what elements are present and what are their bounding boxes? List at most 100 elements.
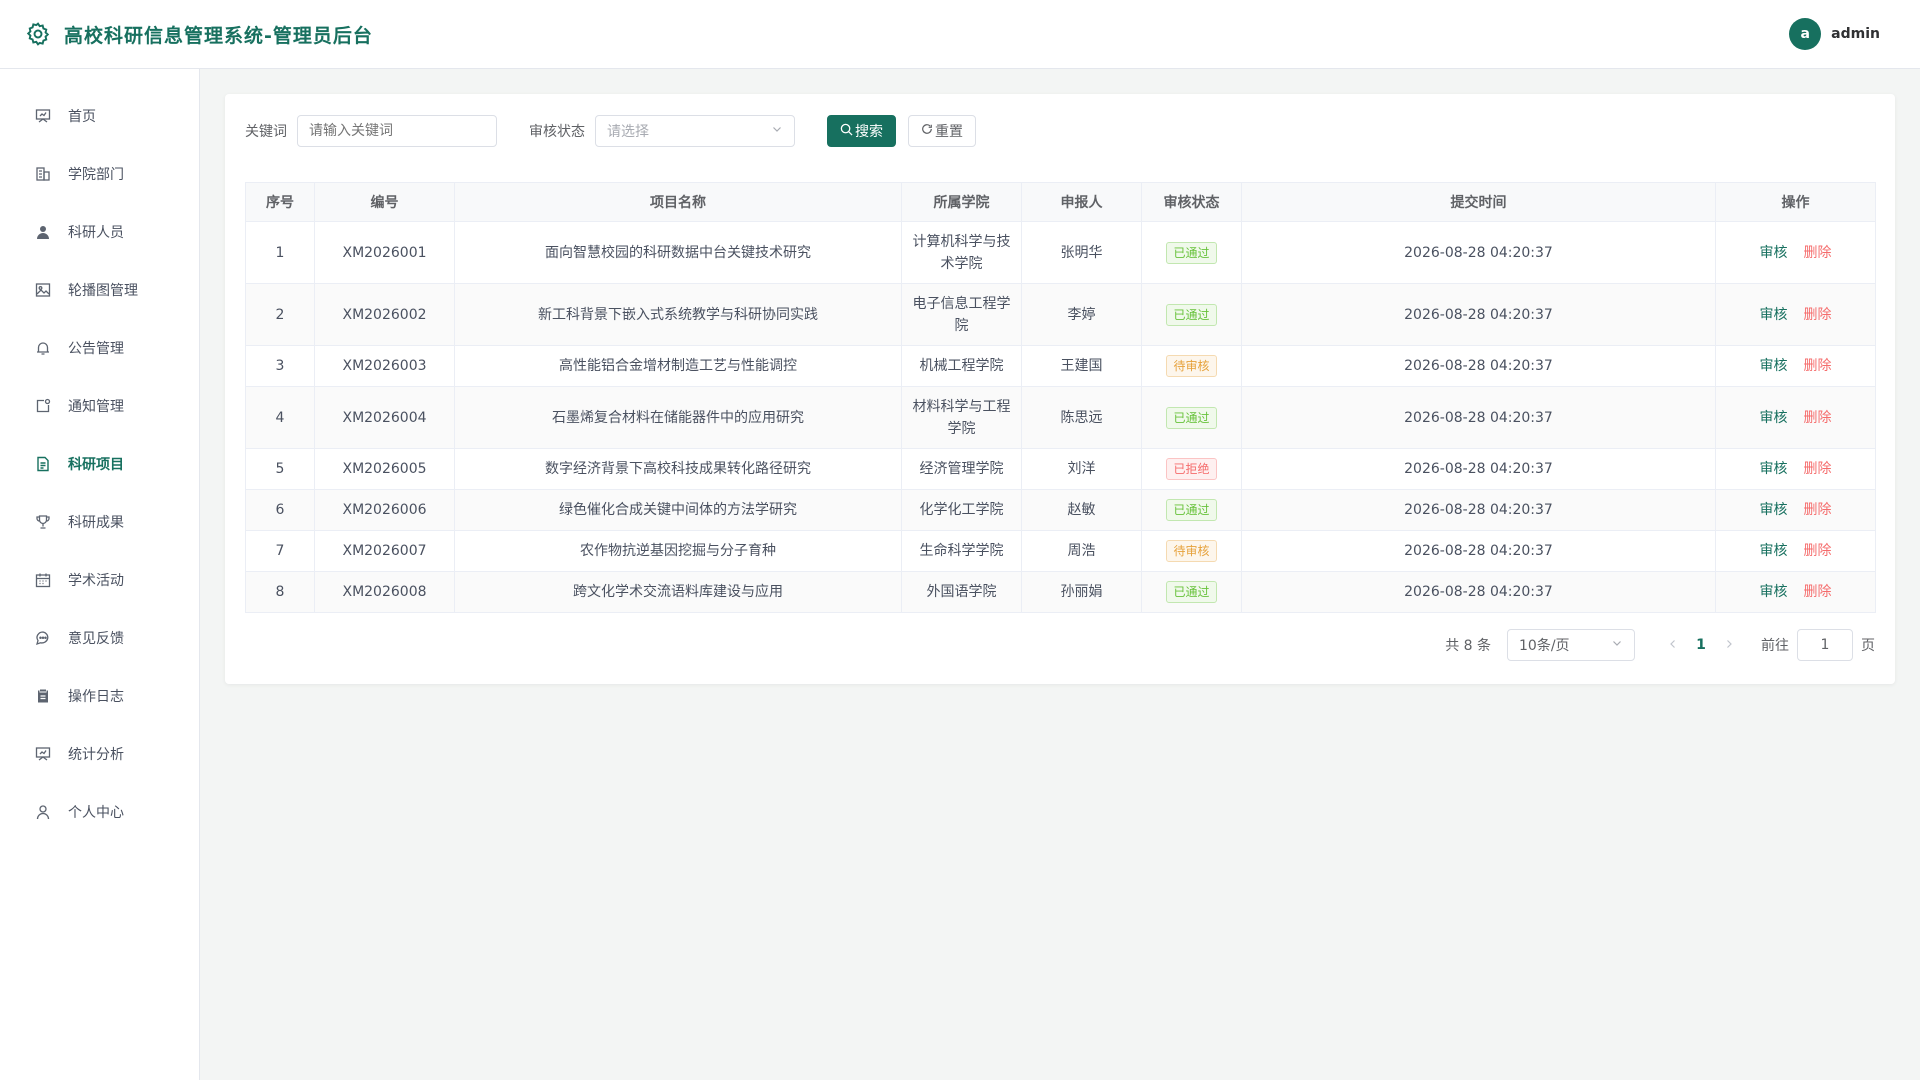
column-header[interactable]: 项目名称 xyxy=(454,182,902,222)
review-button[interactable]: 审核 xyxy=(1760,584,1788,600)
sidebar-item-announcement[interactable]: 公告管理 xyxy=(0,319,199,377)
delete-button[interactable]: 删除 xyxy=(1804,584,1832,600)
review-button[interactable]: 审核 xyxy=(1760,543,1788,559)
sidebar-item-profile[interactable]: 个人中心 xyxy=(0,783,199,841)
sidebar-item-carousel[interactable]: 轮播图管理 xyxy=(0,261,199,319)
sidebar-item-researchers[interactable]: 科研人员 xyxy=(0,203,199,261)
sidebar-item-activities[interactable]: 学术活动 xyxy=(0,551,199,609)
project-code-cell: XM2026005 xyxy=(314,448,455,490)
keyword-input[interactable] xyxy=(297,115,497,147)
reset-button[interactable]: 重置 xyxy=(908,115,976,147)
column-header[interactable]: 编号 xyxy=(314,182,455,222)
goto-page-input[interactable]: 1 xyxy=(1797,629,1853,661)
actions-cell: 审核 删除 xyxy=(1715,386,1876,449)
prev-page-button[interactable] xyxy=(1661,637,1685,653)
review-button[interactable]: 审核 xyxy=(1760,245,1788,261)
sidebar-item-achievements[interactable]: 科研成果 xyxy=(0,493,199,551)
table-row: 7 XM2026007 农作物抗逆基因挖掘与分子育种 生命科学学院 周浩 待审核 2026-… xyxy=(245,530,1876,572)
sidebar-item-label: 通知管理 xyxy=(68,399,124,415)
search-button[interactable]: 搜索 xyxy=(827,115,896,147)
status-badge: 已通过 xyxy=(1166,303,1217,326)
review-button[interactable]: 审核 xyxy=(1760,358,1788,374)
delete-button[interactable]: 删除 xyxy=(1804,245,1832,261)
refresh-icon xyxy=(921,123,933,139)
review-button[interactable]: 审核 xyxy=(1760,307,1788,323)
row-index-cell: 5 xyxy=(245,448,315,490)
sidebar-item-label: 学院部门 xyxy=(68,167,124,183)
project-name-cell: 新工科背景下嵌入式系统教学与科研协同实践 xyxy=(454,283,902,346)
applicant-cell: 陈思远 xyxy=(1021,386,1142,449)
column-header[interactable]: 序号 xyxy=(245,182,315,222)
status-cell: 已拒绝 xyxy=(1141,448,1242,490)
delete-button[interactable]: 删除 xyxy=(1804,307,1832,323)
submit-time-cell: 2026-08-28 04:20:37 xyxy=(1241,221,1716,284)
sidebar-item-statistics[interactable]: 统计分析 xyxy=(0,725,199,783)
keyword-label: 关键词 xyxy=(245,124,287,140)
gear-icon xyxy=(24,20,52,48)
delete-button[interactable]: 删除 xyxy=(1804,461,1832,477)
page-number-current[interactable]: 1 xyxy=(1685,637,1717,653)
review-button[interactable]: 审核 xyxy=(1760,410,1788,426)
table-row: 4 XM2026004 石墨烯复合材料在储能器件中的应用研究 材料科学与工程学院 陈思远… xyxy=(245,386,1876,449)
column-header[interactable]: 提交时间 xyxy=(1241,182,1716,222)
row-index-cell: 1 xyxy=(245,221,315,284)
submit-time-cell: 2026-08-28 04:20:37 xyxy=(1241,448,1716,490)
user-menu[interactable]: a admin xyxy=(1789,18,1880,50)
project-name-cell: 面向智慧校园的科研数据中台关键技术研究 xyxy=(454,221,902,284)
delete-button[interactable]: 删除 xyxy=(1804,358,1832,374)
status-cell: 已通过 xyxy=(1141,571,1242,613)
sidebar-item-notice[interactable]: 通知管理 xyxy=(0,377,199,435)
page-size-select[interactable]: 10条/页 xyxy=(1507,629,1635,661)
sidebar-item-feedback[interactable]: 意见反馈 xyxy=(0,609,199,667)
sidebar-item-label: 轮播图管理 xyxy=(68,283,138,299)
goto-label: 前往 xyxy=(1761,638,1789,654)
college-cell: 电子信息工程学院 xyxy=(901,283,1022,346)
sidebar-item-logs[interactable]: 操作日志 xyxy=(0,667,199,725)
next-page-button[interactable] xyxy=(1717,637,1741,653)
applicant-cell: 周浩 xyxy=(1021,530,1142,572)
status-select[interactable]: 请选择 xyxy=(595,115,795,147)
filter-bar: 关键词 审核状态 请选择 搜索 重置 xyxy=(245,114,1875,148)
row-index-cell: 7 xyxy=(245,530,315,572)
column-header[interactable]: 申报人 xyxy=(1021,182,1142,222)
row-index-cell: 8 xyxy=(245,571,315,613)
column-header[interactable]: 操作 xyxy=(1715,182,1876,222)
project-code-cell: XM2026004 xyxy=(314,386,455,449)
sidebar-item-projects[interactable]: 科研项目 xyxy=(0,435,199,493)
project-name-cell: 石墨烯复合材料在储能器件中的应用研究 xyxy=(454,386,902,449)
submit-time-cell: 2026-08-28 04:20:37 xyxy=(1241,571,1716,613)
actions-cell: 审核 删除 xyxy=(1715,571,1876,613)
sidebar-item-label: 学术活动 xyxy=(68,573,124,589)
actions-cell: 审核 删除 xyxy=(1715,530,1876,572)
status-cell: 已通过 xyxy=(1141,386,1242,449)
applicant-cell: 赵敏 xyxy=(1021,489,1142,531)
avatar[interactable]: a xyxy=(1789,18,1822,50)
page-jump: 前往 1 页 xyxy=(1761,629,1875,661)
status-cell: 待审核 xyxy=(1141,345,1242,387)
status-badge: 待审核 xyxy=(1166,355,1217,377)
project-name-cell: 数字经济背景下高校科技成果转化路径研究 xyxy=(454,448,902,490)
delete-button[interactable]: 删除 xyxy=(1804,543,1832,559)
review-button[interactable]: 审核 xyxy=(1760,461,1788,477)
column-header[interactable]: 所属学院 xyxy=(901,182,1022,222)
column-header[interactable]: 审核状态 xyxy=(1141,182,1242,222)
sidebar-item-home[interactable]: 首页 xyxy=(0,87,199,145)
row-index-cell: 4 xyxy=(245,386,315,449)
document-icon xyxy=(34,455,52,473)
project-code-cell: XM2026003 xyxy=(314,345,455,387)
actions-cell: 审核 删除 xyxy=(1715,489,1876,531)
college-cell: 计算机科学与技术学院 xyxy=(901,221,1022,284)
delete-button[interactable]: 删除 xyxy=(1804,502,1832,518)
sidebar-item-college[interactable]: 学院部门 xyxy=(0,145,199,203)
status-badge: 已拒绝 xyxy=(1166,458,1217,480)
applicant-cell: 刘洋 xyxy=(1021,448,1142,490)
review-button[interactable]: 审核 xyxy=(1760,502,1788,518)
status-badge: 待审核 xyxy=(1166,540,1217,562)
sidebar: 首页 学院部门 科研人员 轮播图管理 公告管理 通知管理 科研项目 科研成果 学… xyxy=(0,69,200,1080)
chat-icon xyxy=(34,629,52,647)
actions-cell: 审核 删除 xyxy=(1715,283,1876,346)
delete-button[interactable]: 删除 xyxy=(1804,410,1832,426)
clipboard-icon xyxy=(34,687,52,705)
actions-cell: 审核 删除 xyxy=(1715,221,1876,284)
username[interactable]: admin xyxy=(1831,26,1880,42)
